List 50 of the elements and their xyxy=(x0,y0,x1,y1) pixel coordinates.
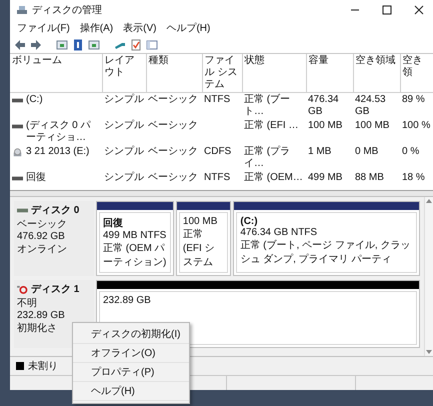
table-cell: シンプル xyxy=(104,94,144,105)
legend-label: 未割り xyxy=(28,360,58,373)
volume-name: (ディスク 0 パーティショ… xyxy=(26,120,92,144)
table-cell: 499 MB xyxy=(308,172,342,183)
disk-detail: 476.92 GB xyxy=(17,231,66,242)
table-cell: 89 % xyxy=(402,94,425,105)
partition-text: (C:) xyxy=(240,216,259,227)
table-cell: NTFS xyxy=(204,172,230,183)
table-cell: ベーシック xyxy=(148,120,198,131)
disk-detail: ベーシック xyxy=(17,218,68,231)
partition-text: 100 MB xyxy=(182,216,218,227)
partition-text: 正常 (EFI システム xyxy=(182,228,216,269)
table-cell: 正常 (OEM… xyxy=(244,172,303,183)
table-cell: 424.53 GB xyxy=(355,94,386,117)
table-cell: ベーシック xyxy=(148,94,198,105)
table-cell: ベーシック xyxy=(148,172,198,183)
table-cell: シンプル xyxy=(104,146,144,157)
table-cell: 100 % xyxy=(402,120,430,131)
partition-text: 正常 (OEM パーティション) xyxy=(103,242,167,269)
table-cell: 476.34 GB xyxy=(308,94,339,117)
table-cell: 100 MB xyxy=(355,120,390,131)
volume-name: 回復 xyxy=(26,172,46,184)
partition-text: 499 MB NTFS xyxy=(103,230,167,241)
table-cell: ベーシック xyxy=(148,146,198,157)
window-title: ディスクの管理 xyxy=(32,4,103,17)
disk-name: ディスク 0 xyxy=(31,204,80,217)
partition-text: 232.89 GB xyxy=(103,295,152,306)
table-cell: NTFS xyxy=(204,94,230,105)
table-cell: シンプル xyxy=(104,172,144,183)
table-cell: 正常 (ブート… xyxy=(244,94,290,117)
table-cell: 18 % xyxy=(402,172,425,183)
table-cell: 正常 (EFI … xyxy=(244,120,298,131)
table-cell: 0 MB xyxy=(355,146,378,157)
disk-name: ディスク 1 xyxy=(31,283,80,296)
disk-detail: 初期化さ xyxy=(17,322,58,335)
table-cell: 正常 (プライ… xyxy=(244,146,290,169)
partition-text: 476.34 GB NTFS xyxy=(240,227,318,238)
table-cell: 1 MB xyxy=(308,146,332,157)
table-cell: 0 % xyxy=(402,146,420,157)
volume-name: (C:) xyxy=(26,94,43,106)
table-cell: 100 MB xyxy=(308,120,342,131)
volume-name: 3 21 2013 (E:) xyxy=(26,146,90,158)
table-cell: CDFS xyxy=(204,146,232,157)
disk-detail: 不明 xyxy=(17,297,38,310)
table-cell: シンプル xyxy=(104,120,144,131)
partition-text: 回復 xyxy=(103,216,124,230)
disk-detail: 232.89 GB xyxy=(17,310,66,321)
table-cell: 88 MB xyxy=(355,172,384,183)
disk-detail: オンライン xyxy=(17,243,68,256)
partition-text: 正常 (ブート, ページ ファイル, クラッシュ ダンプ, プライマリ パーティ xyxy=(240,238,412,266)
